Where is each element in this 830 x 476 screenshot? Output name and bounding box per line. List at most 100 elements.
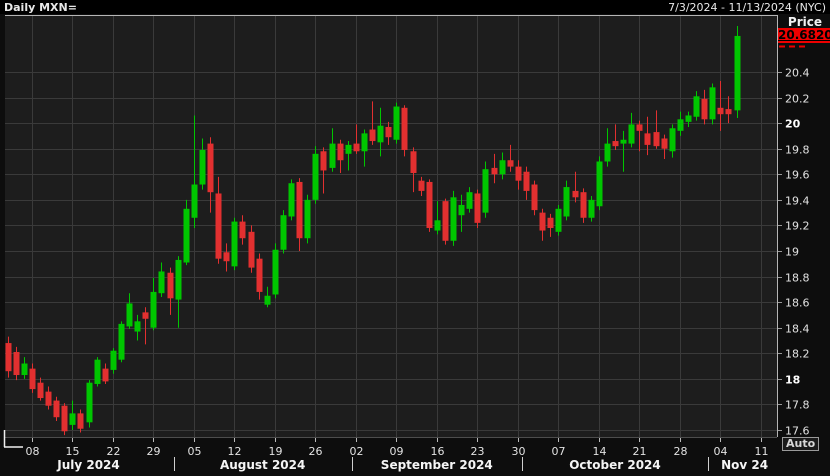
- candle-body: [508, 160, 514, 166]
- candle: [532, 181, 538, 216]
- candle-body: [678, 119, 684, 131]
- month-label: October 2024: [569, 458, 661, 472]
- candle-body: [95, 360, 101, 384]
- day-tick-label: 09: [390, 445, 404, 458]
- candle-body: [548, 218, 554, 228]
- candle-body: [516, 167, 522, 181]
- candle-body: [70, 413, 76, 425]
- day-tick-label: 28: [674, 445, 688, 458]
- candle: [62, 403, 68, 435]
- candle: [394, 103, 400, 144]
- candle-body: [483, 169, 489, 212]
- candle-body: [378, 126, 384, 143]
- candle-body: [46, 392, 52, 406]
- candle-body: [346, 145, 352, 154]
- candle: [273, 243, 279, 298]
- candle-body: [573, 191, 579, 197]
- candle-body: [216, 193, 222, 258]
- candle-body: [330, 144, 336, 168]
- candle-body: [208, 144, 214, 193]
- price-tick-label: 19: [785, 246, 799, 259]
- price-tick-label: 20.2: [785, 93, 810, 106]
- candle: [281, 210, 287, 253]
- auto-scale-button[interactable]: Auto: [782, 437, 819, 451]
- month-label: Nov 24: [721, 458, 768, 472]
- candle-body: [135, 321, 141, 331]
- candle-body: [87, 383, 93, 423]
- month-label: July 2024: [56, 458, 120, 472]
- day-tick-label: 26: [309, 445, 323, 458]
- candle-body: [597, 161, 603, 206]
- candle-body: [443, 201, 449, 241]
- candle: [95, 357, 101, 386]
- candle-body: [370, 130, 376, 142]
- candle: [313, 146, 319, 204]
- candle-body: [726, 109, 732, 114]
- price-tick-label: 18.8: [785, 272, 810, 285]
- candle-body: [111, 351, 117, 370]
- candle-body: [168, 273, 174, 299]
- candle-body: [629, 124, 635, 143]
- candle-body: [78, 413, 84, 428]
- day-tick-label: 02: [350, 445, 364, 458]
- candle-body: [22, 364, 28, 376]
- price-tick-label: 20: [785, 118, 801, 131]
- candle-body: [710, 87, 716, 119]
- price-tick-label: 18.2: [785, 348, 810, 361]
- candlestick-chart[interactable]: 20.420.22019.819.619.419.21918.818.618.4…: [0, 0, 830, 476]
- price-tick-label: 18: [785, 374, 800, 387]
- day-tick-label: 11: [755, 445, 769, 458]
- candle-body: [321, 151, 327, 170]
- price-tick-label: 20.4: [785, 67, 810, 80]
- candle-body: [694, 96, 700, 116]
- candle-body: [176, 260, 182, 300]
- candle: [402, 105, 408, 156]
- candle-body: [240, 222, 246, 239]
- candle-body: [564, 187, 570, 216]
- day-tick-label: 29: [147, 445, 161, 458]
- candle-body: [621, 140, 627, 144]
- candle-body: [581, 192, 587, 218]
- price-axis-title: Price: [788, 15, 822, 29]
- candle-body: [735, 36, 741, 110]
- candle-body: [200, 150, 206, 185]
- price-tick-label: 19.6: [785, 169, 810, 182]
- candle-body: [475, 193, 481, 222]
- candle-body: [686, 115, 692, 121]
- candle-body: [54, 401, 60, 418]
- candle-body: [265, 296, 271, 305]
- price-tick-label: 19.4: [785, 195, 810, 208]
- candle-body: [184, 209, 190, 263]
- day-tick-label: 15: [66, 445, 80, 458]
- day-tick-label: 19: [269, 445, 283, 458]
- day-tick-label: 08: [26, 445, 40, 458]
- last-price-tag: 20.6820: [778, 28, 830, 43]
- day-tick-label: 30: [512, 445, 526, 458]
- candle: [597, 156, 603, 210]
- candle-body: [338, 144, 344, 161]
- candle: [427, 179, 433, 231]
- candle-body: [662, 138, 668, 148]
- candle-body: [500, 160, 506, 174]
- candle-body: [6, 343, 12, 371]
- day-tick-label: 12: [228, 445, 242, 458]
- candle: [451, 191, 457, 246]
- candle-body: [354, 144, 360, 152]
- candle-body: [645, 133, 651, 145]
- candle-body: [613, 141, 619, 146]
- candle-body: [411, 151, 417, 173]
- price-tick-label: 18.6: [785, 297, 810, 310]
- candle-body: [451, 197, 457, 240]
- candle-body: [192, 185, 198, 218]
- price-tick-label: 19.2: [785, 220, 810, 233]
- candle-body: [419, 181, 425, 191]
- candle-body: [249, 232, 255, 268]
- candle-body: [103, 369, 109, 382]
- candle-body: [159, 271, 165, 293]
- day-tick-label: 22: [107, 445, 121, 458]
- candle: [483, 161, 489, 217]
- price-tick-label: 18.4: [785, 323, 810, 336]
- candle-body: [402, 108, 408, 150]
- candle-body: [362, 133, 368, 151]
- day-tick-label: 05: [188, 445, 202, 458]
